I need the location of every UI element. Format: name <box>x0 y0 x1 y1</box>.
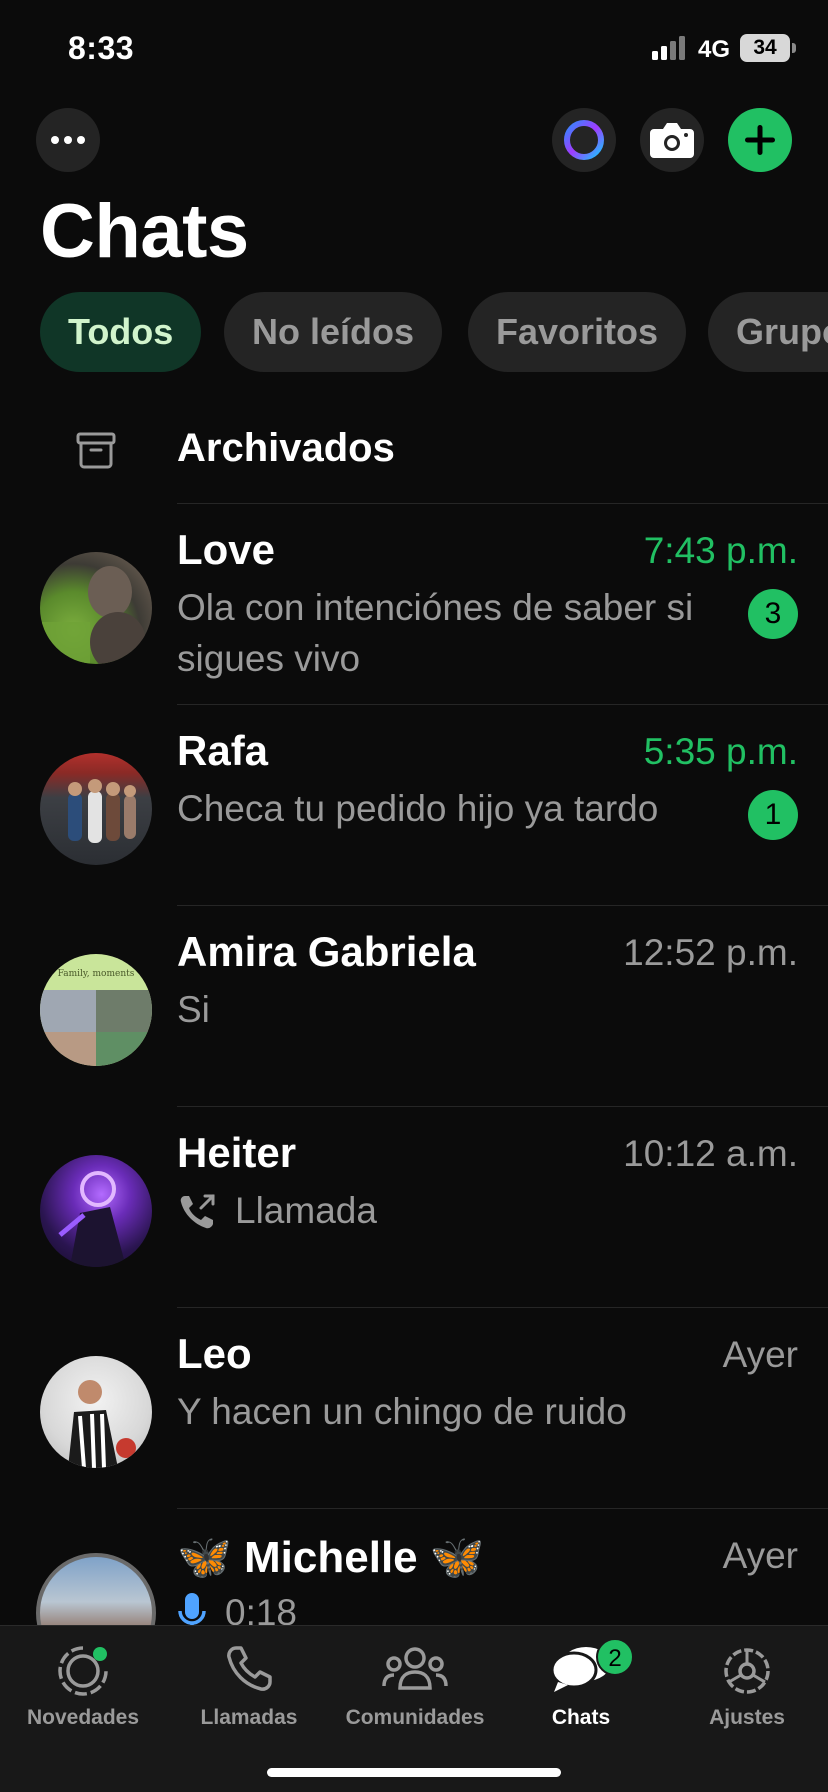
status-time: 8:33 <box>68 30 135 66</box>
battery-tip <box>792 43 796 53</box>
chat-preview: Y hacen un chingo de ruido <box>177 1391 627 1432</box>
chat-row-amira-gabriela[interactable]: Family, moments Amira Gabriela 12:52 p.m… <box>0 906 828 1106</box>
tab-chats[interactable]: 2 Chats <box>498 1638 664 1738</box>
chat-time: 12:52 p.m. <box>623 932 798 973</box>
tab-label: Ajustes <box>709 1706 785 1729</box>
filter-unread[interactable]: No leídos <box>224 292 443 372</box>
meta-ai-icon <box>564 120 604 160</box>
butterfly-emoji: 🦋 <box>429 1533 485 1582</box>
camera-button[interactable] <box>640 108 704 172</box>
chat-name-text: Michelle <box>244 1533 418 1582</box>
chat-name: 🦋 Michelle 🦋 <box>177 1531 485 1583</box>
network-type: 4G <box>698 36 731 63</box>
filter-all[interactable]: Todos <box>40 292 202 372</box>
tab-settings[interactable]: Ajustes <box>664 1638 828 1738</box>
phone-icon <box>227 1646 272 1691</box>
avatar <box>40 1356 152 1468</box>
chat-time: 10:12 a.m. <box>623 1133 798 1174</box>
chat-preview: Checa tu pedido hijo ya tardo <box>177 788 659 829</box>
chat-row-leo[interactable]: Leo Ayer Y hacen un chingo de ruido <box>0 1308 828 1508</box>
signal-icon <box>652 36 685 60</box>
chat-row-michelle[interactable]: 🦋 Michelle 🦋 Ayer 0:18 <box>0 1509 828 1625</box>
status-icon <box>58 1646 108 1696</box>
avatar-text: Family, moments <box>58 969 135 979</box>
camera-icon <box>650 123 694 158</box>
archived-label: Archivados <box>177 426 395 470</box>
meta-ai-button[interactable] <box>552 108 616 172</box>
chat-time: Ayer <box>722 1535 798 1576</box>
tab-label: Novedades <box>26 1706 140 1729</box>
chat-name: Rafa <box>177 727 269 774</box>
communities-icon <box>382 1647 448 1690</box>
unread-badge: 1 <box>748 790 798 840</box>
tab-label: Chats <box>551 1706 611 1729</box>
butterfly-emoji: 🦋 <box>177 1533 232 1582</box>
more-icon <box>51 136 85 144</box>
more-options-button[interactable] <box>36 108 100 172</box>
avatar: Family, moments <box>40 954 152 1066</box>
avatar <box>40 552 152 664</box>
avatar <box>36 1553 156 1625</box>
plus-icon <box>745 125 775 155</box>
page-title: Chats <box>40 189 249 274</box>
tab-label: Comunidades <box>345 1706 485 1729</box>
archived-row[interactable]: Archivados <box>0 410 828 504</box>
chat-name: Amira Gabriela <box>177 928 476 975</box>
archive-icon <box>76 432 116 469</box>
tab-communities[interactable]: Comunidades <box>332 1638 498 1738</box>
battery-icon: 34 <box>740 34 790 62</box>
status-bar: 8:33 4G 34 <box>0 0 828 100</box>
unread-badge: 3 <box>748 589 798 639</box>
voice-note-duration: 0:18 <box>225 1592 298 1625</box>
outgoing-call-icon <box>180 1194 215 1229</box>
tab-bar: Novedades Llamadas Comunidades 2 Chats A… <box>0 1625 828 1792</box>
avatar <box>40 1155 152 1267</box>
filter-groups[interactable]: Grupos <box>708 292 828 372</box>
chats-unread-badge: 2 <box>596 1638 634 1676</box>
new-chat-button[interactable] <box>728 108 792 172</box>
chat-row-love[interactable]: Love 7:43 p.m. Ola con intenciónes de sa… <box>0 504 828 704</box>
chat-preview: Llamada <box>235 1190 377 1231</box>
chat-row-heiter[interactable]: Heiter 10:12 a.m. Llamada <box>0 1107 828 1307</box>
chat-time: Ayer <box>722 1334 798 1375</box>
chat-time: 7:43 p.m. <box>643 530 798 571</box>
home-indicator <box>267 1768 561 1777</box>
tab-calls[interactable]: Llamadas <box>166 1638 332 1738</box>
tab-updates[interactable]: Novedades <box>0 1638 166 1738</box>
filter-favorites[interactable]: Favoritos <box>468 292 687 372</box>
chat-row-rafa[interactable]: Rafa 5:35 p.m. Checa tu pedido hijo ya t… <box>0 705 828 905</box>
filter-chips: Todos No leídos Favoritos Grupos <box>40 292 828 372</box>
chat-name: Leo <box>177 1330 252 1377</box>
avatar <box>40 753 152 865</box>
chat-name: Heiter <box>177 1129 297 1176</box>
chat-name: Love <box>177 526 276 573</box>
chat-time: 5:35 p.m. <box>643 731 798 772</box>
settings-icon <box>724 1648 770 1694</box>
chat-preview: Si <box>177 989 210 1030</box>
chat-preview: Ola con intenciónes de saber si sigues v… <box>177 587 694 679</box>
tab-label: Llamadas <box>200 1706 298 1729</box>
